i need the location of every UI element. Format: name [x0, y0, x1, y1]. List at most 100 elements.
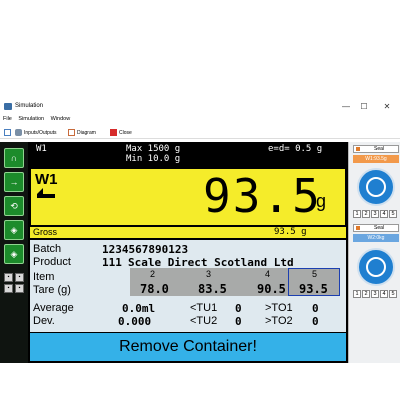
w2-key-4[interactable]: 4 — [380, 290, 388, 298]
cycle-icon: ⟲ — [10, 201, 18, 211]
menu-window[interactable]: Window — [51, 116, 71, 122]
item-tare-grid: 2 3 4 78.0 83.5 90.5 5 93.5 — [130, 268, 340, 296]
batch-label: Batch — [33, 243, 62, 255]
small-key-2[interactable]: ▪ — [15, 273, 24, 282]
item-number-5: 5 — [312, 269, 318, 279]
seal-label-w1: Seal — [374, 146, 385, 152]
menu-bar: File Simulation Window — [0, 116, 400, 126]
weight-display: W1 93.5 g — [30, 168, 346, 226]
item-number-2: 2 — [150, 269, 156, 279]
diagram-label: Diagram — [77, 129, 96, 136]
key-icon-1: ▪ — [7, 274, 10, 280]
w2-key-1[interactable]: 1 — [353, 290, 361, 298]
item-label: Item — [33, 271, 55, 283]
close-button[interactable]: Close — [110, 129, 132, 136]
scale-side-panel: Seal W1:93.5g 1 2 3 4 5 Seal W2:0kg 1 2 … — [348, 142, 400, 363]
small-key-4[interactable]: ▪ — [15, 284, 24, 293]
toolbar-new[interactable] — [4, 129, 11, 136]
header-division: e=d= 0.5 g — [268, 144, 323, 154]
document-icon — [4, 129, 11, 136]
zero-icon: ∩ — [10, 153, 18, 163]
gross-bar: Gross 93.5 g — [30, 226, 346, 238]
w2-number-buttons: 1 2 3 4 5 — [353, 290, 397, 298]
maximize-button[interactable]: ☐ — [357, 102, 371, 112]
toolbar: Inputs/Outputs Diagram Close — [0, 127, 400, 139]
w2-key-3[interactable]: 3 — [371, 290, 379, 298]
scale-display: W1 Max 1500 g Min 10.0 g e=d= 0.5 g W1 9… — [28, 142, 348, 363]
small-key-1[interactable]: ▪ — [4, 273, 13, 282]
header-max: Max 1500 g — [126, 144, 181, 154]
to2-label: >TO2 — [265, 315, 293, 327]
tu2-label: <TU2 — [190, 315, 218, 327]
stable-indicator-icon — [37, 188, 55, 198]
window-title: Simulation — [15, 103, 44, 109]
tu1-value: 0 — [235, 302, 242, 315]
menu-simulation[interactable]: Simulation — [18, 116, 44, 122]
diagram-icon — [68, 129, 75, 136]
close-icon — [110, 129, 117, 136]
seal-icon — [356, 147, 360, 151]
tu2-value: 0 — [235, 315, 242, 328]
gross-value: 93.5 g — [274, 227, 307, 237]
weight-value: 93.5 — [203, 169, 322, 223]
header-min: Min 10.0 g — [126, 154, 181, 164]
minimize-button[interactable]: — — [339, 102, 353, 112]
dev-label: Dev. — [33, 315, 55, 327]
w1-key-1[interactable]: 1 — [353, 210, 361, 218]
seal-button-w1[interactable]: Seal — [353, 145, 399, 153]
app-icon — [4, 103, 12, 110]
w2-dial-icon[interactable] — [357, 248, 395, 286]
item-number-3: 3 — [206, 269, 212, 279]
info-panel: Batch 1234567890123 Product 111 Scale Di… — [30, 240, 346, 332]
diagram-button[interactable]: Diagram — [68, 129, 96, 136]
net-gross-button[interactable]: ⟲ — [4, 196, 24, 216]
batch-value: 1234567890123 — [102, 243, 189, 256]
seal-icon — [356, 226, 360, 230]
transfer-icon: ◈ — [10, 225, 18, 235]
w1-key-4[interactable]: 4 — [380, 210, 388, 218]
menu-file[interactable]: File — [3, 116, 12, 122]
transfer-button[interactable]: ◈ — [4, 220, 24, 240]
item-selected-cell[interactable]: 5 93.5 — [288, 268, 340, 296]
function-key-column: ∩ → ⟲ ◈ ◈ ▪ ▪ ▪ ▪ — [0, 142, 28, 363]
tare-icon: → — [9, 177, 19, 187]
key-icon-2: ▪ — [18, 274, 21, 280]
w2-key-5[interactable]: 5 — [389, 290, 397, 298]
tare-label: Tare (g) — [33, 284, 71, 296]
tare-button[interactable]: → — [4, 172, 24, 192]
seal-label-w2: Seal — [374, 225, 385, 231]
product-label: Product — [33, 256, 71, 268]
close-label: Close — [119, 129, 132, 136]
w1-number-buttons: 1 2 3 4 5 — [353, 210, 397, 218]
close-window-button[interactable]: ✕ — [380, 102, 394, 112]
w1-key-2[interactable]: 2 — [362, 210, 370, 218]
w1-key-5[interactable]: 5 — [389, 210, 397, 218]
inputs-outputs-label: Inputs/Outputs — [24, 129, 57, 136]
tu1-label: <TU1 — [190, 302, 218, 314]
inputs-outputs-button[interactable]: Inputs/Outputs — [15, 129, 57, 136]
seal-button-w2[interactable]: Seal — [353, 224, 399, 232]
to1-value: 0 — [312, 302, 319, 315]
gross-label: Gross — [33, 227, 58, 237]
item-number-4: 4 — [265, 269, 271, 279]
average-label: Average — [33, 302, 74, 314]
tare-value-3: 83.5 — [198, 282, 227, 296]
w1-chip: W1:93.5g — [353, 155, 399, 163]
small-key-3[interactable]: ▪ — [4, 284, 13, 293]
dev-value: 0.000 — [118, 315, 152, 328]
scale-header: W1 Max 1500 g Min 10.0 g e=d= 0.5 g — [28, 142, 348, 168]
print-icon: ◈ — [10, 249, 18, 259]
key-icon-4: ▪ — [18, 285, 21, 291]
tare-value-5: 93.5 — [299, 282, 328, 296]
status-message: Remove Container! — [30, 333, 346, 361]
w1-key-3[interactable]: 3 — [371, 210, 379, 218]
w1-dial-icon[interactable] — [357, 168, 395, 206]
key-icon-3: ▪ — [7, 285, 10, 291]
print-button[interactable]: ◈ — [4, 244, 24, 264]
title-bar: Simulation — ☐ ✕ — [0, 100, 400, 114]
zero-button[interactable]: ∩ — [4, 148, 24, 168]
plug-icon — [15, 129, 22, 136]
header-scale: W1 — [36, 144, 47, 154]
tare-value-2: 78.0 — [140, 282, 169, 296]
w2-key-2[interactable]: 2 — [362, 290, 370, 298]
